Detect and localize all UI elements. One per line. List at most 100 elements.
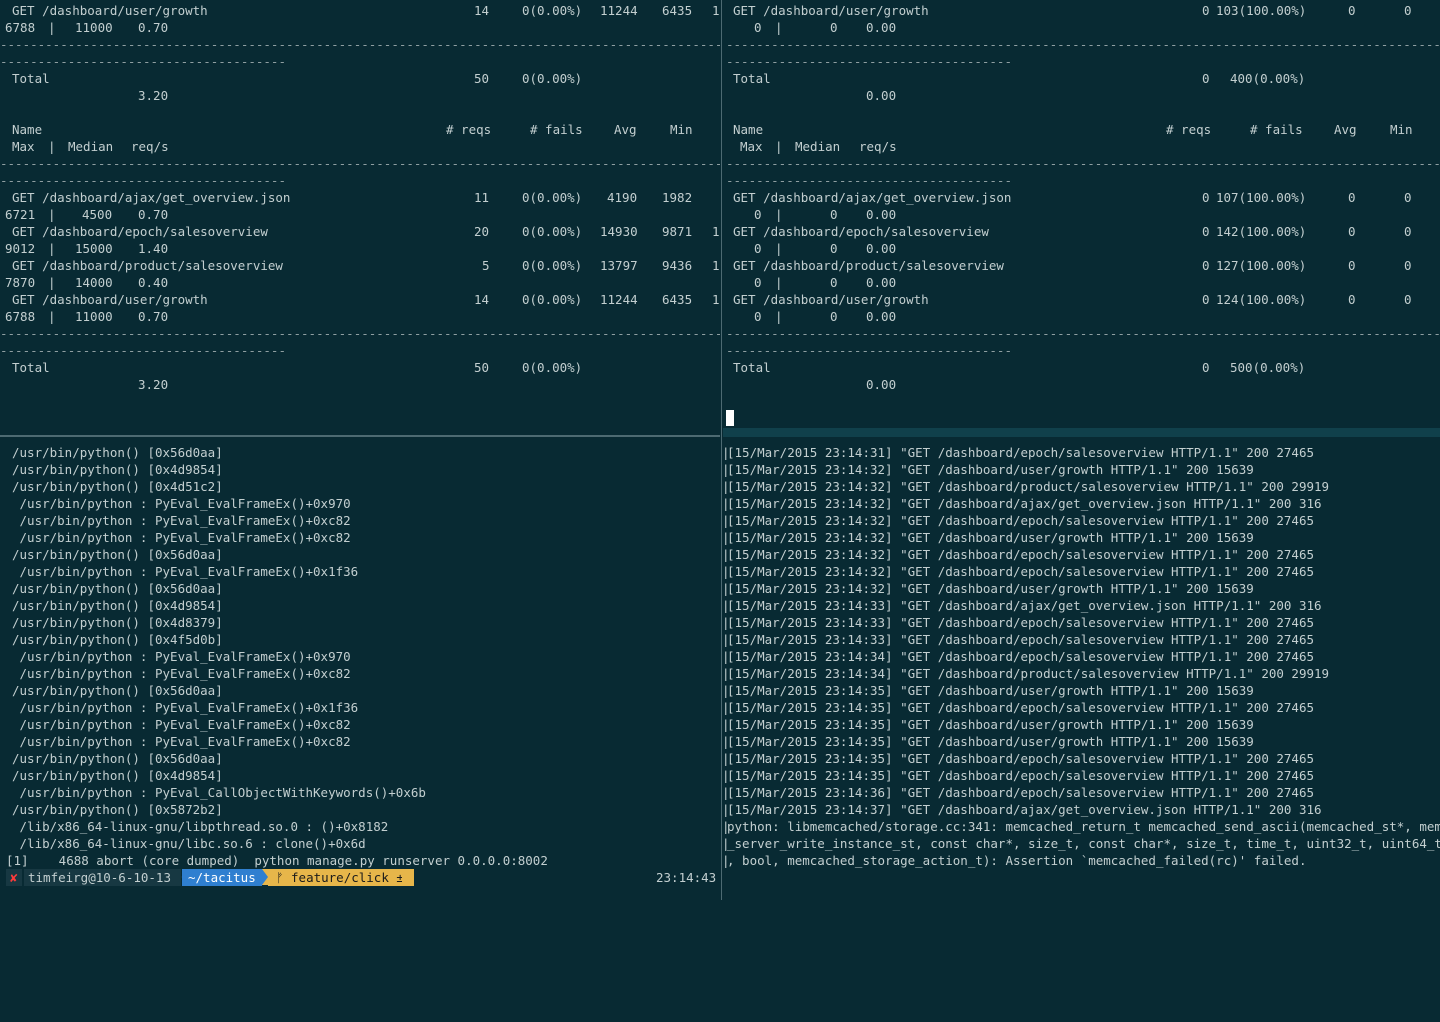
fails-value: 103(100.00%) (1216, 3, 1307, 18)
log-text: [15/Mar/2015 23:14:36] "GET /dashboard/e… (727, 785, 1314, 800)
total-reqs: 50 (474, 71, 490, 86)
endpoint-name: GET /dashboard/epoch/salesoverview (733, 224, 989, 239)
dash-divider: ----------------------------------------… (0, 37, 720, 52)
stats-row: GET /dashboard/user/growth 0 124(100.00%) 0… (726, 291, 1440, 308)
min-value: 0 (1404, 190, 1412, 205)
reqs-per-sec-value: 0.70 (138, 20, 169, 35)
pane-bottom-left-traceback[interactable]: /usr/bin/python() [0x56d0aa] /usr/bin/pyt… (0, 444, 720, 900)
divider-line: ----------------------------------------… (0, 36, 720, 53)
max-value: 0 (754, 207, 762, 222)
log-text: [15/Mar/2015 23:14:32] "GET /dashboard/u… (727, 530, 1254, 545)
total-reqs-per-sec: 3.20 (138, 377, 169, 392)
column-pipe: | (775, 20, 783, 35)
truncated-digit: 1 (712, 3, 720, 18)
pane-top-right-locust-stats[interactable]: GET /dashboard/user/growth 0 103(100.00%… (726, 2, 1440, 434)
log-line: | [15/Mar/2015 23:14:35] "GET /dashboard/… (722, 716, 1440, 733)
endpoint-name: GET /dashboard/ajax/get_overview.json (733, 190, 1012, 205)
traceback-text: /usr/bin/python() [0x4d9854] (12, 768, 223, 783)
traceback-text: /usr/bin/python : PyEval_EvalFrameEx()+0… (12, 513, 351, 528)
prompt-time: 23:14:43 (656, 870, 717, 885)
log-line: | [15/Mar/2015 23:14:35] "GET /dashboard/… (722, 750, 1440, 767)
reqs-per-sec-value: 0.00 (866, 275, 897, 290)
truncated-digit: 1 (712, 292, 720, 307)
fails-value: 0(0.00%) (522, 224, 583, 239)
log-text: [15/Mar/2015 23:14:35] "GET /dashboard/e… (727, 700, 1314, 715)
stats-row: GET /dashboard/epoch/salesoverview 0 142(1… (726, 223, 1440, 240)
stats-row: GET /dashboard/user/growth 0 103(100.00%… (726, 2, 1440, 19)
divider-line: ----------------------------------------… (726, 325, 1440, 342)
truncated-digit: 1 (712, 258, 720, 273)
dash-divider: ----------------------------------------… (726, 37, 1440, 52)
dash-divider: ----------------------------------------… (726, 156, 1440, 171)
divider-line: -------------------------------------- (0, 342, 720, 359)
max-value: 6788 (5, 20, 36, 35)
min-value: 6435 (662, 292, 693, 307)
log-line: | [15/Mar/2015 23:14:32] "GET /dashboard/… (722, 563, 1440, 580)
pane-top-left-locust-stats[interactable]: GET /dashboard/user/growth 14 0(0.00%) 1… (0, 2, 720, 434)
log-text: [15/Mar/2015 23:14:35] "GET /dashboard/u… (727, 683, 1254, 698)
abort-line: [1] 4688 abort (core dumped) python mana… (0, 852, 720, 869)
stats-row-wrap: 9012 | 15000 1.40 (0, 240, 720, 257)
traceback-text: /usr/bin/python : PyEval_EvalFrameEx()+0… (12, 564, 359, 579)
reqs-value: 11 (474, 190, 490, 205)
stats-row-wrap: 0 | 0 0.00 (726, 19, 1440, 36)
dash-divider: -------------------------------------- (0, 343, 286, 358)
stats-row-wrap: 6721 | 4500 0.70 (0, 206, 720, 223)
traceback-line: /usr/bin/python() [0x4f5d0b] (0, 631, 720, 648)
divider-line: -------------------------------------- (726, 172, 1440, 189)
traceback-text: /usr/bin/python() [0x4f5d0b] (12, 632, 223, 647)
log-text: python: libmemcached/storage.cc:341: mem… (727, 819, 1440, 834)
total-row-wrap: 0.00 (726, 376, 1440, 393)
log-text: [15/Mar/2015 23:14:32] "GET /dashboard/u… (727, 581, 1254, 596)
traceback-line: /usr/bin/python() [0x56d0aa] (0, 546, 720, 563)
reqs-value: 20 (474, 224, 490, 239)
total-row: Total 50 0(0.00%) (0, 359, 720, 376)
min-value: 9436 (662, 258, 693, 273)
stats-row: GET /dashboard/product/salesoverview 0 127… (726, 257, 1440, 274)
traceback-text: /lib/x86_64-linux-gnu/libpthread.so.0 : … (12, 819, 389, 834)
min-value: 9871 (662, 224, 693, 239)
log-text: [15/Mar/2015 23:14:32] "GET /dashboard/p… (727, 479, 1330, 494)
traceback-line: /usr/bin/python : PyEval_CallObjectWithK… (0, 784, 720, 801)
log-text: _server_write_instance_st, const char*, … (727, 836, 1440, 851)
stats-row-wrap: 0 | 0 0.00 (726, 274, 1440, 291)
reqs-value: 5 (482, 258, 490, 273)
min-value: 0 (1404, 224, 1412, 239)
dash-divider: -------------------------------------- (0, 173, 286, 188)
total-fails: 500(0.00%) (1230, 360, 1306, 375)
divider-line: ----------------------------------------… (726, 155, 1440, 172)
traceback-line: /usr/bin/python() [0x4d9854] (0, 597, 720, 614)
reqs-value: 0 (1202, 3, 1210, 18)
shell-prompt[interactable]: ✘ timfeirg@10-6-10-13 ~/tacitus ᚠ featur… (6, 869, 720, 886)
pane-bottom-right-server-log[interactable]: | [15/Mar/2015 23:14:31] "GET /dashboard/… (722, 444, 1440, 900)
traceback-line: /usr/bin/python() [0x5872b2] (0, 801, 720, 818)
traceback-text: /usr/bin/python() [0x56d0aa] (12, 445, 223, 460)
endpoint-name: GET /dashboard/user/growth (12, 292, 208, 307)
log-text: [15/Mar/2015 23:14:32] "GET /dashboard/a… (727, 496, 1322, 511)
header-median: Median (68, 139, 114, 154)
total-reqs-per-sec: 0.00 (866, 88, 897, 103)
total-reqs: 0 (1202, 71, 1210, 86)
min-value: 0 (1404, 3, 1412, 18)
log-line: | [15/Mar/2015 23:14:33] "GET /dashboard/… (722, 631, 1440, 648)
column-pipe: | (775, 241, 783, 256)
column-pipe: | (775, 275, 783, 290)
traceback-text: /usr/bin/python() [0x5872b2] (12, 802, 223, 817)
traceback-text: /usr/bin/python : PyEval_EvalFrameEx()+0… (12, 649, 351, 664)
median-value: 0 (830, 241, 838, 256)
stats-row: GET /dashboard/ajax/get_overview.json 0 10… (726, 189, 1440, 206)
log-text: [15/Mar/2015 23:14:32] "GET /dashboard/e… (727, 547, 1314, 562)
reqs-per-sec-value: 0.00 (866, 20, 897, 35)
traceback-text: /usr/bin/python() [0x56d0aa] (12, 547, 223, 562)
traceback-text: /usr/bin/python() [0x4d9854] (12, 598, 223, 613)
dash-divider: -------------------------------------- (726, 173, 1012, 188)
avg-value: 11244 (600, 3, 638, 18)
left-horizontal-pane-divider[interactable] (0, 435, 720, 437)
traceback-line: /usr/bin/python : PyEval_EvalFrameEx()+0… (0, 563, 720, 580)
header-row: Name # reqs # fails Avg Min (0, 121, 720, 138)
max-value: 9012 (5, 241, 36, 256)
fails-value: 0(0.00%) (522, 3, 583, 18)
log-line: | [15/Mar/2015 23:14:32] "GET /dashboard/… (722, 580, 1440, 597)
total-fails: 0(0.00%) (522, 71, 583, 86)
log-line: |, bool, memcached_storage_action_t): As… (722, 852, 1440, 869)
